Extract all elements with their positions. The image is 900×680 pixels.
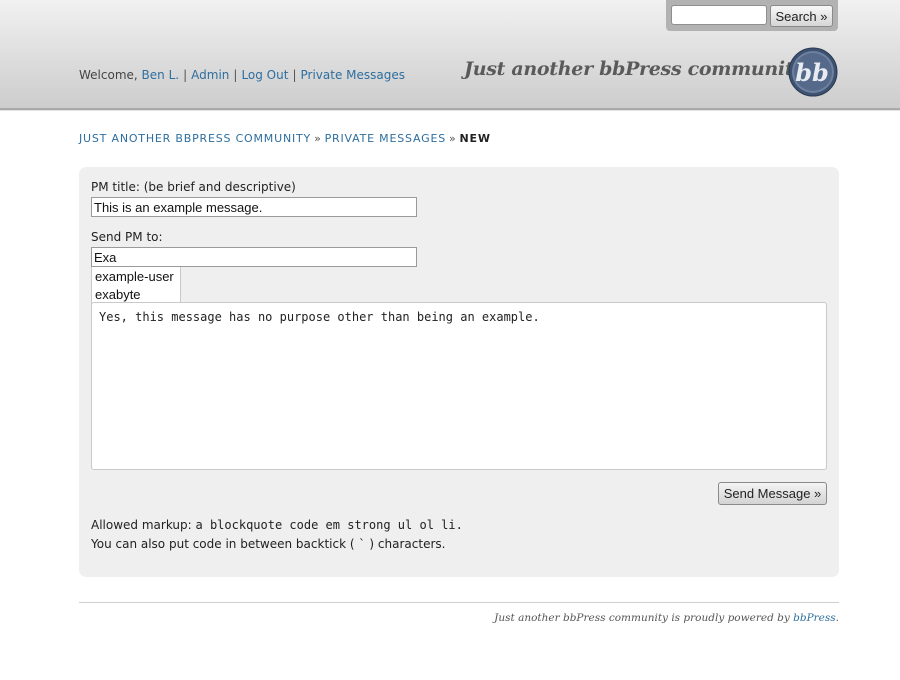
- nav-separator: |: [292, 68, 297, 82]
- breadcrumb-private-messages[interactable]: Private Messages: [325, 132, 446, 145]
- send-message-button[interactable]: Send Message »: [718, 482, 827, 505]
- site-header: Search » Welcome, Ben L. | Admin | Log Out | P…: [0, 0, 900, 110]
- breadcrumb-current: New: [459, 132, 491, 145]
- backtick-note-suffix: ) characters.: [369, 537, 446, 551]
- private-messages-link[interactable]: Private Messages: [301, 68, 406, 82]
- allowed-markup-tags: a blockquote code em strong ul ol li.: [195, 518, 463, 532]
- logo-text: bb: [795, 58, 829, 87]
- pm-title-input[interactable]: [91, 197, 417, 217]
- send-to-input[interactable]: [91, 247, 417, 267]
- backtick-note: You can also put code in between backtic…: [91, 537, 445, 551]
- breadcrumb: Just another bbPress community» Private M…: [79, 132, 491, 145]
- logout-link[interactable]: Log Out: [241, 68, 288, 82]
- breadcrumb-separator: »: [448, 132, 457, 145]
- search-box: Search »: [666, 0, 838, 31]
- bbpress-link[interactable]: bbPress: [793, 612, 836, 624]
- recipient-autocomplete: example-user exabyte: [91, 267, 181, 306]
- welcome-text: Welcome,: [79, 68, 138, 82]
- breadcrumb-separator: »: [314, 132, 322, 145]
- nav-separator: |: [233, 68, 238, 82]
- search-button[interactable]: Search »: [770, 5, 833, 27]
- footer-text: Just another bbPress community is proudl…: [494, 612, 790, 624]
- backtick-note-prefix: You can also put code in between backtic…: [91, 537, 355, 551]
- send-to-label: Send PM to:: [91, 230, 163, 244]
- nav-separator: |: [183, 68, 188, 82]
- breadcrumb-home[interactable]: Just another bbPress community: [79, 132, 311, 145]
- message-textarea[interactable]: Yes, this message has no purpose other t…: [91, 302, 827, 470]
- footer-divider: [79, 602, 839, 603]
- admin-link[interactable]: Admin: [191, 68, 229, 82]
- bbpress-logo-icon[interactable]: bb: [788, 47, 838, 97]
- user-profile-link[interactable]: Ben L.: [142, 68, 180, 82]
- autocomplete-option[interactable]: exabyte: [95, 287, 141, 302]
- search-input[interactable]: [671, 5, 767, 25]
- backtick-char: `: [358, 537, 366, 551]
- welcome-bar: Welcome, Ben L. | Admin | Log Out | Private Me…: [79, 68, 405, 82]
- message-text: Yes, this message has no purpose other t…: [99, 310, 540, 324]
- footer-period: .: [835, 612, 839, 624]
- allowed-markup-label: Allowed markup:: [91, 518, 192, 532]
- site-title[interactable]: Just another bbPress community: [464, 58, 804, 80]
- pm-title-label: PM title: (be brief and descriptive): [91, 180, 296, 194]
- allowed-markup-note: Allowed markup: a blockquote code em str…: [91, 518, 463, 532]
- header-divider: [0, 110, 900, 111]
- footer-credit: Just another bbPress community is proudl…: [494, 612, 839, 624]
- autocomplete-option[interactable]: example-user: [95, 269, 174, 284]
